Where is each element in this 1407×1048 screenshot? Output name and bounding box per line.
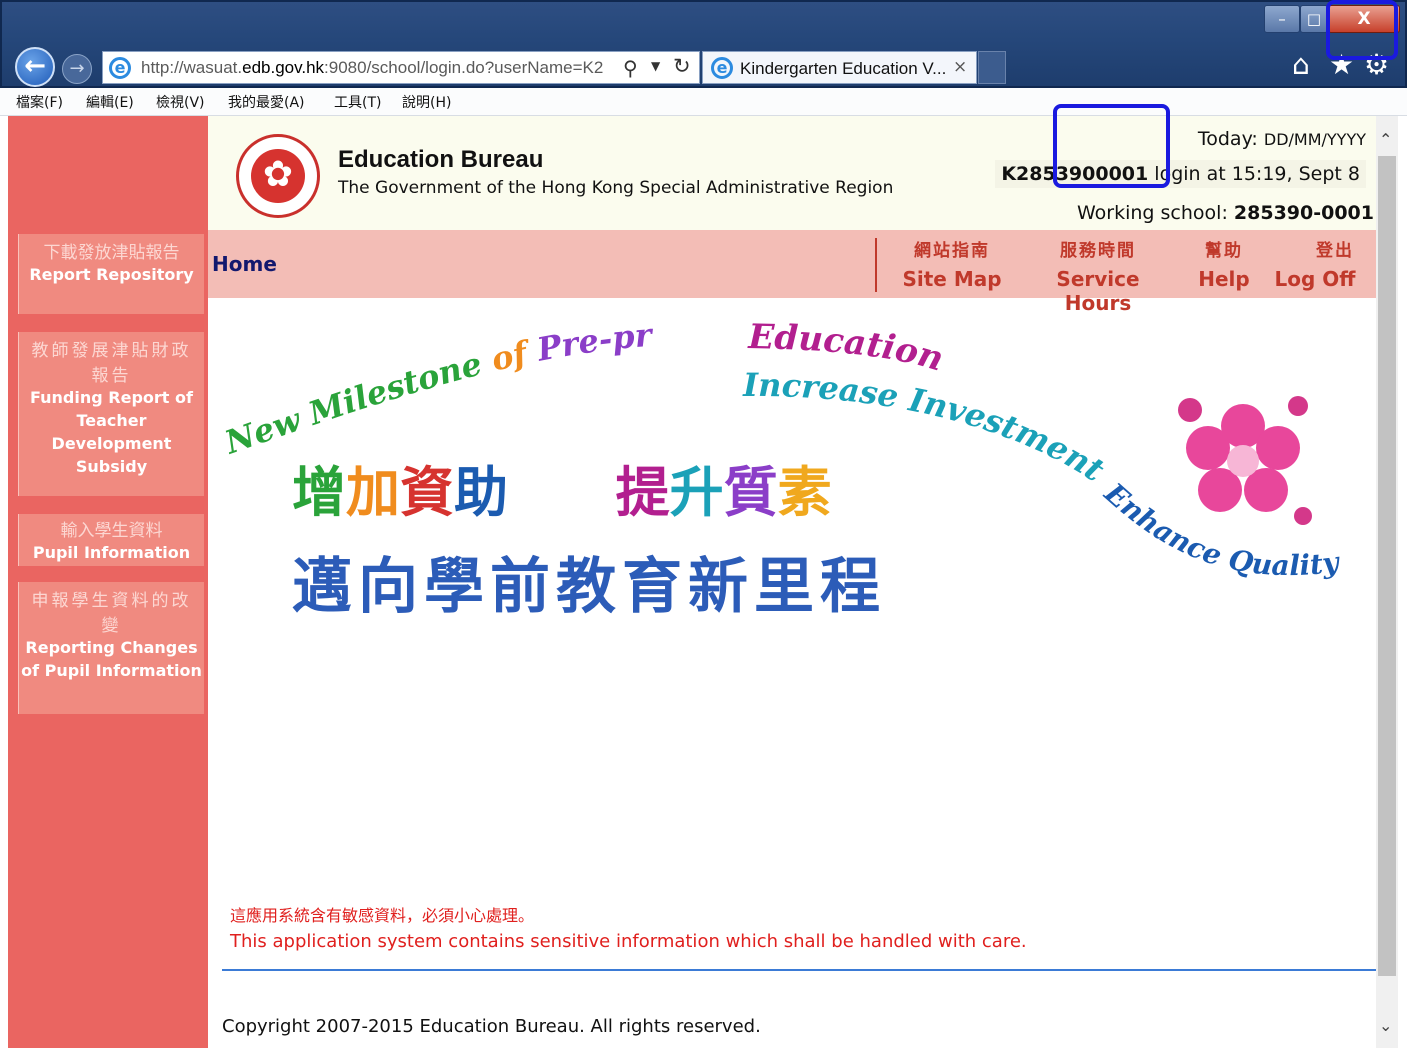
tab-title: Kindergarten Education V...	[740, 59, 947, 78]
org-subtitle: The Government of the Hong Kong Special …	[338, 178, 894, 198]
hksar-emblem-logo: ✿	[236, 134, 320, 218]
org-name: Education Bureau	[338, 146, 544, 173]
copyright-text: Copyright 2007-2015 Education Bureau. Al…	[222, 1016, 761, 1037]
back-arrow-icon[interactable]: ←	[15, 47, 55, 87]
menu-favorites[interactable]: 我的最愛(A)	[228, 92, 305, 112]
maximize-button[interactable]: □	[1300, 5, 1328, 33]
sidebar-item-pupil-information[interactable]: 輸入學生資料 Pupil Information	[18, 514, 204, 566]
sensitive-notice-zh: 這應用系統含有敏感資料，必須小心處理。	[230, 906, 535, 925]
menu-view[interactable]: 檢視(V)	[156, 92, 205, 112]
sidebar: 下載發放津貼報告 Report Repository 教師發展津貼財政報告 Fu…	[8, 116, 208, 1048]
vertical-scrollbar[interactable]: ⌃ ⌄	[1376, 116, 1398, 1048]
home-icon[interactable]: ⌂	[1292, 48, 1310, 81]
sidebar-item-funding-report[interactable]: 教師發展津貼財政報告 Funding Report of Teacher Dev…	[18, 332, 204, 496]
cherry-blossom-icon	[1178, 396, 1312, 525]
footer-divider	[222, 969, 1376, 971]
nav-divider	[875, 238, 877, 292]
nav-service-hours[interactable]: 服務時間 Service Hours	[1020, 236, 1176, 315]
page-content: ✿ Education Bureau The Government of the…	[191, 116, 1376, 1048]
sidebar-item-report-repository[interactable]: 下載發放津貼報告 Report Repository	[18, 234, 204, 314]
search-icon[interactable]: ⚲	[623, 56, 638, 80]
login-info: K2853900001 login at 15:19, Sept 8	[995, 160, 1366, 188]
working-school: Working school: 285390-0001	[1077, 202, 1374, 224]
menu-file[interactable]: 檔案(F)	[16, 92, 63, 112]
ie-logo-icon: e	[711, 57, 733, 79]
sensitive-notice-en: This application system contains sensiti…	[230, 931, 1027, 952]
svg-text:New Milestone of Pre-primary: New Milestone of Pre-primary	[208, 316, 655, 462]
banner-image: New Milestone of Pre-primary Education I…	[191, 286, 1376, 636]
browser-chrome: – □ X ← → e http://wasuat.edb.gov.hk:908…	[0, 0, 1407, 88]
banner-zh-line2: 邁向學前教育新里程	[292, 552, 886, 622]
menu-help[interactable]: 說明(H)	[402, 92, 451, 112]
star-icon[interactable]: ★	[1329, 48, 1354, 81]
scroll-thumb[interactable]	[1378, 156, 1396, 976]
nav-help[interactable]: 幫助 Help	[1198, 236, 1250, 291]
page-header: ✿ Education Bureau The Government of the…	[208, 116, 1376, 230]
close-window-button[interactable]: X	[1328, 5, 1400, 33]
address-url[interactable]: http://wasuat.edb.gov.hk:9080/school/log…	[141, 58, 603, 78]
nav-band: Home 網站指南 Site Map 服務時間 Service Hours 幫助…	[208, 230, 1376, 315]
menu-edit[interactable]: 編輯(E)	[86, 92, 134, 112]
ie-logo-icon: e	[109, 57, 131, 79]
nav-log-off[interactable]: 登出 Log Off	[1272, 236, 1358, 291]
home-link[interactable]: Home	[212, 252, 277, 276]
scroll-up-icon[interactable]: ⌃	[1379, 130, 1392, 149]
banner-zh-line1: 增加資助 提升質素	[292, 461, 832, 524]
nav-site-map[interactable]: 網站指南 Site Map	[902, 236, 1002, 291]
bauhinia-icon: ✿	[251, 149, 305, 203]
gear-icon[interactable]: ⚙	[1364, 48, 1389, 81]
refresh-icon[interactable]: ↻	[673, 54, 691, 78]
scroll-down-icon[interactable]: ⌄	[1379, 1016, 1392, 1035]
new-tab-button[interactable]	[978, 51, 1006, 84]
arc-text-of: of	[488, 333, 536, 379]
today-date: Today: DD/MM/YYYY	[1197, 128, 1366, 150]
close-tab-icon[interactable]: ×	[953, 57, 967, 77]
menu-bar: 檔案(F) 編輯(E) 檢視(V) 我的最愛(A) 工具(T) 說明(H)	[0, 88, 1407, 116]
arc-text-new-milestone: New Milestone	[219, 345, 485, 462]
menu-tools[interactable]: 工具(T)	[334, 92, 381, 112]
chevron-down-icon[interactable]: ▼	[651, 59, 660, 73]
minimize-button[interactable]: –	[1264, 5, 1300, 33]
address-bar[interactable]: e http://wasuat.edb.gov.hk:9080/school/l…	[102, 51, 700, 84]
browser-tab[interactable]: e Kindergarten Education V... ×	[702, 51, 977, 84]
sidebar-item-reporting-changes[interactable]: 申報學生資料的改變 Reporting Changes of Pupil Inf…	[18, 582, 204, 714]
forward-arrow-icon[interactable]: →	[62, 54, 92, 84]
